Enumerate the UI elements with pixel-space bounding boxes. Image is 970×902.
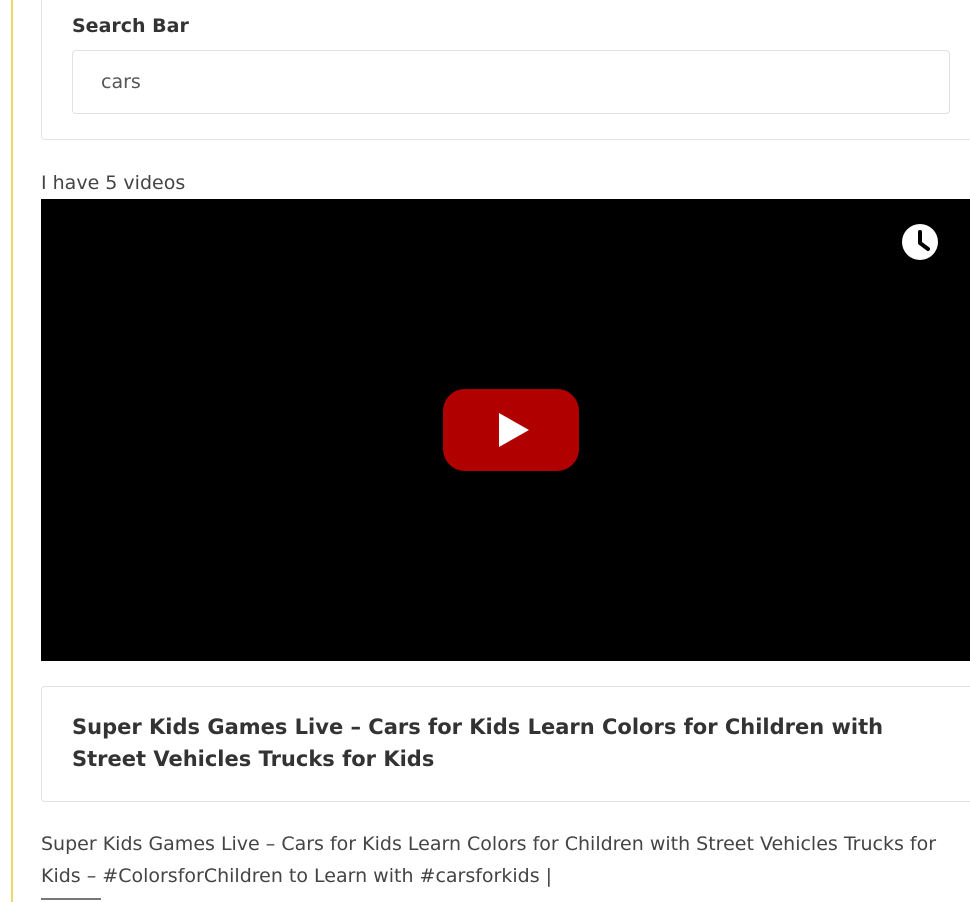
search-card: Search Bar [41,0,970,140]
page: Search Bar I have 5 videos Super Kids Ga… [0,0,970,902]
left-accent-rule [11,0,13,902]
video-title: Super Kids Games Live – Cars for Kids Le… [72,715,884,771]
search-label: Search Bar [72,15,189,37]
clock-icon[interactable] [900,222,940,262]
play-icon[interactable] [443,389,579,471]
video-player[interactable] [41,199,970,661]
clipped-text-line [41,898,101,900]
video-title-card: Super Kids Games Live – Cars for Kids Le… [41,686,970,802]
search-input[interactable] [72,50,950,114]
video-description: Super Kids Games Live – Cars for Kids Le… [41,833,937,887]
clipped-text-fragment [41,892,131,902]
video-count: I have 5 videos [41,172,186,194]
